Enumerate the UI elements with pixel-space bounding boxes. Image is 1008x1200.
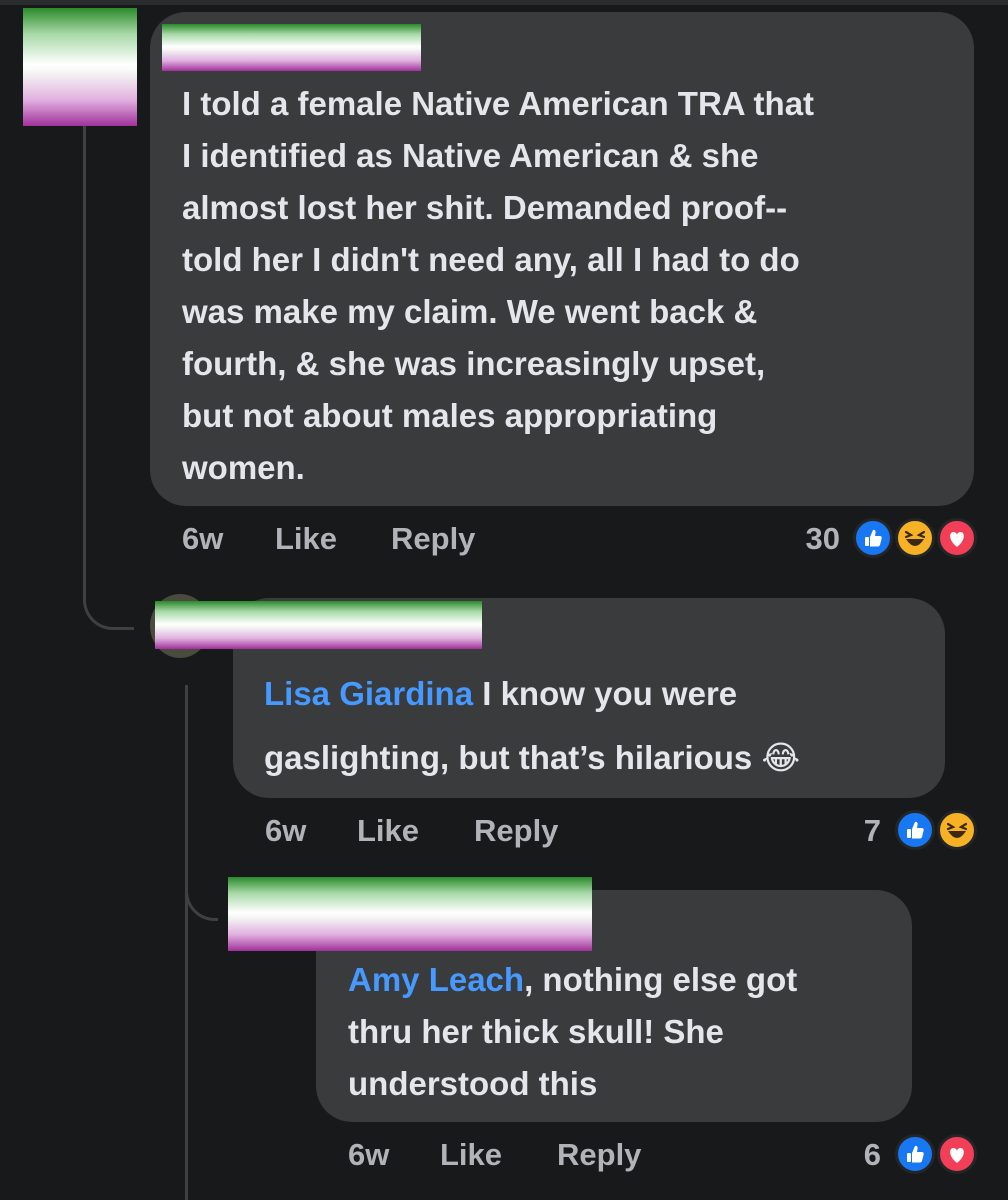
redacted-author-name[interactable]: [162, 24, 421, 71]
comment-timestamp[interactable]: 6w: [265, 812, 306, 850]
love-icon: [937, 518, 977, 558]
comment-timestamp[interactable]: 6w: [348, 1136, 389, 1174]
reply-button[interactable]: Reply: [391, 520, 475, 558]
mention-link[interactable]: Lisa Giardina: [264, 675, 473, 712]
comment-timestamp[interactable]: 6w: [182, 520, 223, 558]
like-button[interactable]: Like: [357, 812, 419, 850]
haha-icon: [937, 810, 977, 850]
reply-button[interactable]: Reply: [474, 812, 558, 850]
reply-button[interactable]: Reply: [557, 1136, 641, 1174]
thread-line: [83, 125, 86, 590]
redacted-author-name[interactable]: [228, 877, 592, 951]
comment-text: I told a female Native American TRA that…: [182, 85, 815, 486]
thread-connector: [185, 880, 218, 921]
redacted-author-name[interactable]: [155, 601, 482, 649]
mention-link[interactable]: Amy Leach: [348, 961, 524, 998]
love-icon: [937, 1134, 977, 1174]
like-icon: [853, 518, 893, 558]
reply-text: Lisa Giardina I know you were gaslightin…: [264, 675, 801, 776]
thread-line: [185, 685, 188, 1200]
thread-connector: [83, 585, 134, 630]
like-button[interactable]: Like: [275, 520, 337, 558]
reply-text: Amy Leach, nothing else got thru her thi…: [348, 961, 798, 1102]
reaction-count[interactable]: 30: [780, 520, 840, 558]
reaction-count[interactable]: 6: [821, 1136, 881, 1174]
like-icon: [895, 810, 935, 850]
redacted-avatar[interactable]: [23, 8, 137, 126]
like-icon: [895, 1134, 935, 1174]
top-divider: [0, 0, 1008, 5]
laughing-emoji-icon: 😂: [761, 739, 801, 776]
like-button[interactable]: Like: [440, 1136, 502, 1174]
reaction-count[interactable]: 7: [821, 812, 881, 850]
haha-icon: [895, 518, 935, 558]
